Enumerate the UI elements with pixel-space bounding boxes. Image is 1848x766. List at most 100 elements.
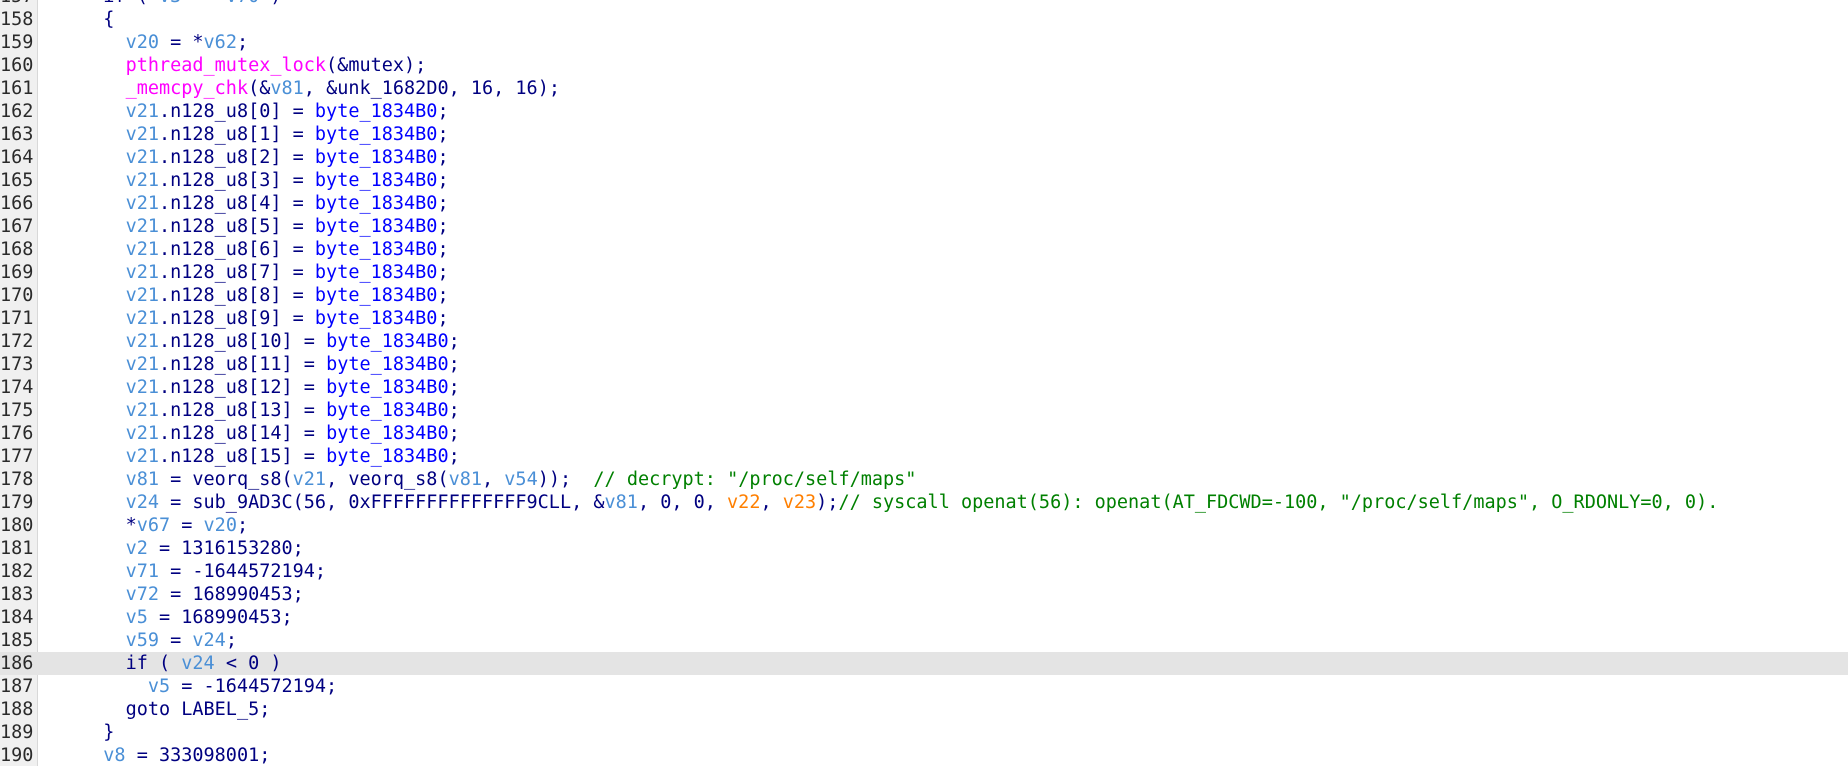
token-func[interactable]: _memcpy_chk [126, 78, 249, 99]
code-line[interactable]: 166 v21.n128_u8[4] = byte_1834B0; [0, 192, 1848, 215]
token-var[interactable]: v21 [126, 331, 159, 352]
token-global[interactable]: byte_1834B0 [315, 124, 438, 145]
token-var[interactable]: v24 [192, 630, 225, 651]
token-global[interactable]: byte_1834B0 [326, 400, 449, 421]
token-var[interactable]: v21 [126, 446, 159, 467]
code-line[interactable]: 185 v59 = v24; [0, 629, 1848, 652]
code-line[interactable]: 164 v21.n128_u8[2] = byte_1834B0; [0, 146, 1848, 169]
token-arg[interactable]: v22 [727, 492, 760, 513]
code-line[interactable]: 177 v21.n128_u8[15] = byte_1834B0; [0, 445, 1848, 468]
token-global[interactable]: byte_1834B0 [326, 377, 449, 398]
code-line[interactable]: 163 v21.n128_u8[1] = byte_1834B0; [0, 123, 1848, 146]
token-var[interactable]: v21 [126, 124, 159, 145]
token-var[interactable]: v24 [126, 492, 159, 513]
token-var[interactable]: v2 [126, 538, 148, 559]
token-var[interactable]: v24 [181, 653, 214, 674]
token-var[interactable]: v21 [126, 400, 159, 421]
token-var[interactable]: v62 [204, 32, 237, 53]
token-var[interactable]: v5 [148, 676, 170, 697]
token-global[interactable]: byte_1834B0 [315, 262, 438, 283]
code-line[interactable]: 158 { [0, 8, 1848, 31]
token-var[interactable]: v54 [504, 469, 537, 490]
token-var[interactable]: v3 [159, 0, 181, 7]
token-var[interactable]: v59 [126, 630, 159, 651]
code-line[interactable]: 160 pthread_mutex_lock(&mutex); [0, 54, 1848, 77]
token-arg[interactable]: v23 [783, 492, 816, 513]
token-var[interactable]: v21 [126, 101, 159, 122]
code-line[interactable]: 180 *v67 = v20; [0, 514, 1848, 537]
token-plain: ; [437, 262, 449, 283]
token-global[interactable]: byte_1834B0 [326, 446, 449, 467]
code-line[interactable]: 178 v81 = veorq_s8(v21, veorq_s8(v81, v5… [0, 468, 1848, 491]
code-line[interactable]: 172 v21.n128_u8[10] = byte_1834B0; [0, 330, 1848, 353]
token-var[interactable]: v21 [126, 216, 159, 237]
code-line[interactable]: 169 v21.n128_u8[7] = byte_1834B0; [0, 261, 1848, 284]
code-line[interactable]: 181 v2 = 1316153280; [0, 537, 1848, 560]
token-var[interactable]: v81 [449, 469, 482, 490]
code-line[interactable]: 179 v24 = sub_9AD3C(56, 0xFFFFFFFFFFFFFF… [0, 491, 1848, 514]
pseudocode-view[interactable]: 157 if ( v3 == v70 )158 {159 v20 = *v62;… [0, 0, 1848, 766]
code-text: v21.n128_u8[5] = byte_1834B0; [81, 215, 449, 238]
token-var[interactable]: v21 [126, 193, 159, 214]
token-global[interactable]: byte_1834B0 [315, 239, 438, 260]
code-line[interactable]: 157 if ( v3 == v70 ) [0, 0, 1848, 8]
token-global[interactable]: byte_1834B0 [315, 170, 438, 191]
token-var[interactable]: v21 [126, 285, 159, 306]
token-var[interactable]: v81 [605, 492, 638, 513]
token-global[interactable]: byte_1834B0 [326, 331, 449, 352]
token-global[interactable]: byte_1834B0 [315, 193, 438, 214]
token-global[interactable]: byte_1834B0 [326, 423, 449, 444]
token-var[interactable]: v20 [204, 515, 237, 536]
code-line[interactable]: 190 v8 = 333098001; [0, 744, 1848, 766]
code-line[interactable]: 168 v21.n128_u8[6] = byte_1834B0; [0, 238, 1848, 261]
code-line[interactable]: 165 v21.n128_u8[3] = byte_1834B0; [0, 169, 1848, 192]
token-var[interactable]: v70 [226, 0, 259, 7]
token-var[interactable]: v20 [126, 32, 159, 53]
code-text: v21.n128_u8[12] = byte_1834B0; [81, 376, 460, 399]
line-number: 173 [0, 354, 34, 375]
code-line[interactable]: 182 v71 = -1644572194; [0, 560, 1848, 583]
token-global[interactable]: byte_1834B0 [315, 308, 438, 329]
code-line[interactable]: 173 v21.n128_u8[11] = byte_1834B0; [0, 353, 1848, 376]
token-global[interactable]: byte_1834B0 [315, 216, 438, 237]
token-var[interactable]: v21 [126, 354, 159, 375]
token-global[interactable]: byte_1834B0 [326, 354, 449, 375]
token-func[interactable]: pthread_mutex_lock [126, 55, 326, 76]
token-var[interactable]: v5 [126, 607, 148, 628]
code-line[interactable]: 183 v72 = 168990453; [0, 583, 1848, 606]
code-line[interactable]: 188 goto LABEL_5; [0, 698, 1848, 721]
token-var[interactable]: v81 [270, 78, 303, 99]
token-global[interactable]: byte_1834B0 [315, 147, 438, 168]
code-line[interactable]: 186 if ( v24 < 0 ) [0, 652, 1848, 675]
token-var[interactable]: v21 [126, 262, 159, 283]
code-line[interactable]: 175 v21.n128_u8[13] = byte_1834B0; [0, 399, 1848, 422]
code-line[interactable]: 184 v5 = 168990453; [0, 606, 1848, 629]
token-var[interactable]: v71 [126, 561, 159, 582]
code-line[interactable]: 167 v21.n128_u8[5] = byte_1834B0; [0, 215, 1848, 238]
code-line[interactable]: 171 v21.n128_u8[9] = byte_1834B0; [0, 307, 1848, 330]
code-line[interactable]: 162 v21.n128_u8[0] = byte_1834B0; [0, 100, 1848, 123]
token-var[interactable]: v21 [126, 423, 159, 444]
token-plain: if ( [125, 653, 182, 674]
token-var[interactable]: v21 [126, 147, 159, 168]
token-global[interactable]: byte_1834B0 [315, 101, 438, 122]
token-var[interactable]: v21 [126, 239, 159, 260]
token-global[interactable]: byte_1834B0 [315, 285, 438, 306]
token-var[interactable]: v81 [126, 469, 159, 490]
code-line[interactable]: 189 } [0, 721, 1848, 744]
line-number: 158 [0, 9, 34, 30]
line-number: 164 [0, 147, 34, 168]
code-line[interactable]: 170 v21.n128_u8[8] = byte_1834B0; [0, 284, 1848, 307]
token-var[interactable]: v21 [293, 469, 326, 490]
code-line[interactable]: 174 v21.n128_u8[12] = byte_1834B0; [0, 376, 1848, 399]
token-var[interactable]: v21 [126, 308, 159, 329]
code-line[interactable]: 187 v5 = -1644572194; [0, 675, 1848, 698]
token-var[interactable]: v21 [126, 377, 159, 398]
token-var[interactable]: v67 [137, 515, 170, 536]
token-var[interactable]: v8 [103, 745, 125, 766]
code-line[interactable]: 176 v21.n128_u8[14] = byte_1834B0; [0, 422, 1848, 445]
token-var[interactable]: v72 [126, 584, 159, 605]
token-var[interactable]: v21 [126, 170, 159, 191]
code-line[interactable]: 161 _memcpy_chk(&v81, &unk_1682D0, 16, 1… [0, 77, 1848, 100]
code-line[interactable]: 159 v20 = *v62; [0, 31, 1848, 54]
